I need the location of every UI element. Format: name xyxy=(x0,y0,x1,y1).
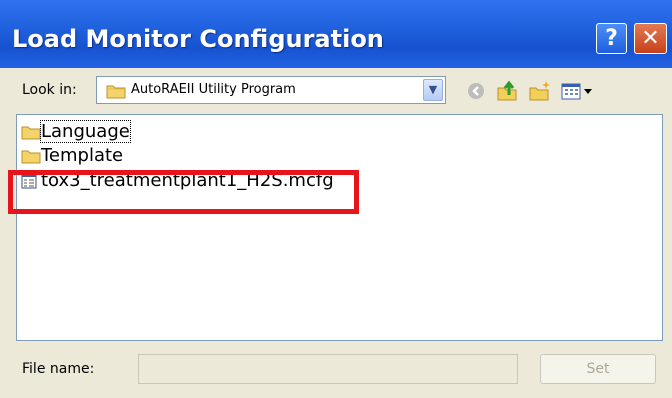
folder-icon xyxy=(21,150,41,164)
file-name-field[interactable] xyxy=(138,354,518,384)
back-icon[interactable] xyxy=(464,79,488,103)
file-name: Template xyxy=(41,145,124,166)
chevron-down-icon[interactable]: ▼ xyxy=(423,79,443,101)
file-name-label: File name: xyxy=(22,361,95,377)
new-folder-icon[interactable] xyxy=(528,79,552,103)
file-list[interactable]: Language Template tox3_treatmentplant1_H… xyxy=(16,114,663,341)
folder-icon xyxy=(106,85,126,99)
title-bar[interactable]: Load Monitor Configuration ? ✕ xyxy=(0,0,672,68)
dialog-body: Look in: AutoRAEII Utility Program ▼ Lan… xyxy=(0,68,672,398)
look-in-dropdown[interactable]: AutoRAEII Utility Program ▼ xyxy=(96,76,446,104)
view-menu-icon[interactable] xyxy=(560,79,594,103)
look-in-label: Look in: xyxy=(22,82,77,98)
folder-icon xyxy=(21,126,41,140)
window-title: Load Monitor Configuration xyxy=(12,25,384,53)
set-button[interactable]: Set xyxy=(540,354,656,384)
help-button[interactable]: ? xyxy=(596,23,627,54)
close-button[interactable]: ✕ xyxy=(634,23,667,54)
file-name: Language xyxy=(40,120,131,143)
up-folder-icon[interactable] xyxy=(495,79,519,103)
look-in-value: AutoRAEII Utility Program xyxy=(131,82,296,97)
highlight-annotation xyxy=(8,170,359,214)
